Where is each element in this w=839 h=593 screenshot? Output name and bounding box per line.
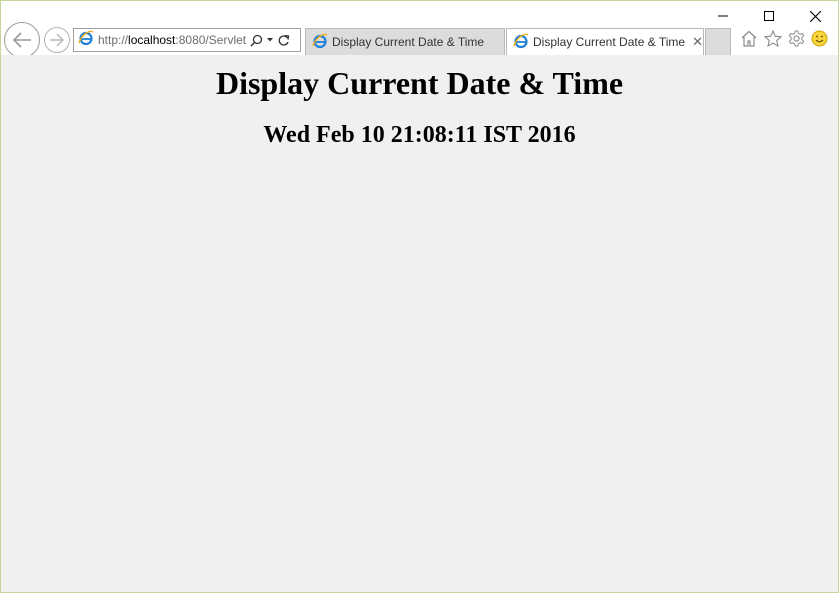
feedback-button[interactable] (811, 30, 828, 47)
maximize-icon (764, 11, 774, 21)
smiley-icon (811, 30, 828, 47)
new-tab-button[interactable] (705, 28, 731, 55)
current-datetime: Wed Feb 10 21:08:11 IST 2016 (263, 122, 576, 148)
page-content: Display Current Date & Time Wed Feb 10 2… (1, 55, 838, 592)
maximize-button[interactable] (746, 1, 792, 31)
minimize-icon (718, 15, 728, 17)
browser-tools (740, 30, 834, 47)
ie-icon (312, 33, 328, 52)
window-controls (700, 1, 838, 31)
address-tools (250, 34, 293, 47)
tab-active[interactable]: Display Current Date & Time ✕ (506, 28, 704, 55)
close-button[interactable] (792, 1, 838, 31)
close-icon (809, 10, 821, 22)
tab-label: Display Current Date & Time (533, 35, 686, 49)
favorites-button[interactable] (764, 30, 782, 47)
page-heading: Display Current Date & Time (215, 65, 624, 101)
tab-label: Display Current Date & Time (332, 35, 485, 49)
star-icon (764, 30, 782, 47)
chevron-down-icon[interactable] (266, 37, 274, 43)
back-button[interactable] (4, 22, 40, 58)
browser-chrome: http://localhost:8080/Servlet Display Cu… (1, 1, 838, 58)
tab-close-icon[interactable]: ✕ (692, 34, 703, 50)
browser-window: http://localhost:8080/Servlet Display Cu… (0, 0, 839, 593)
forward-arrow-icon (50, 33, 64, 47)
back-arrow-icon (12, 32, 31, 48)
tab-inactive[interactable]: Display Current Date & Time (305, 28, 505, 55)
home-button[interactable] (740, 30, 758, 47)
refresh-icon[interactable] (277, 34, 290, 47)
gear-icon (788, 30, 805, 47)
ie-icon (78, 30, 94, 50)
ie-icon (513, 33, 529, 52)
minimize-button[interactable] (700, 1, 746, 31)
settings-button[interactable] (788, 30, 805, 47)
address-bar[interactable]: http://localhost:8080/Servlet (73, 28, 301, 52)
search-icon[interactable] (250, 34, 263, 47)
url-text[interactable]: http://localhost:8080/Servlet (98, 33, 246, 47)
forward-button[interactable] (44, 27, 70, 53)
home-icon (741, 30, 757, 47)
